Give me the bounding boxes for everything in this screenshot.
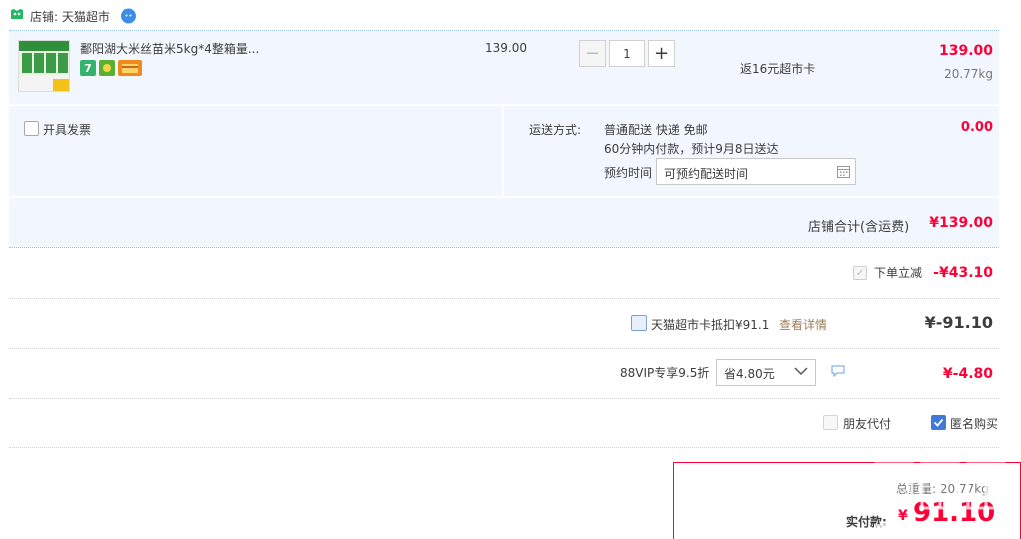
service-badges: 7 [80, 60, 142, 76]
increase-quantity-button[interactable]: + [648, 40, 675, 67]
vip-discount-selected[interactable]: 省4.80元 [724, 365, 775, 382]
item-total-price: 139.00 [938, 43, 993, 59]
anonymous-purchase-label[interactable]: 匿名购买 [950, 415, 998, 432]
delivery-estimate-text: 60分钟内付款，预计9月8日送达 [604, 142, 779, 156]
shipping-method-label: 运送方式: [529, 123, 582, 137]
shipping-method-text: 普通配送 快递 免邮 [604, 123, 708, 137]
invoice-label[interactable]: 开具发票 [43, 121, 91, 138]
divider [9, 447, 999, 448]
seven-day-return-badge-icon: 7 [80, 60, 96, 76]
shop-name[interactable]: 店铺: 天猫超市 [30, 8, 110, 25]
friend-pay-label[interactable]: 朋友代付 [843, 415, 891, 432]
watermark-logo [874, 462, 1012, 527]
chevron-down-icon[interactable] [794, 366, 808, 376]
rebate-text: 返16元超市卡 [740, 62, 816, 76]
anonymous-purchase-checkbox[interactable] [931, 415, 946, 430]
shop-subtotal-value: ¥139.00 [929, 215, 993, 231]
invoice-checkbox[interactable] [24, 121, 39, 136]
item-weight: 20.77kg [944, 67, 993, 81]
appointment-time-value[interactable]: 可预约配送时间 [664, 165, 748, 182]
credit-card-badge-icon [118, 60, 142, 76]
divider [9, 298, 999, 299]
friend-pay-checkbox[interactable] [823, 415, 838, 430]
divider [9, 398, 999, 399]
supermarket-card-checkbox[interactable] [631, 315, 647, 331]
comment-icon[interactable] [831, 365, 845, 377]
vip-discount-label: 88VIP专享9.5折 [620, 366, 710, 380]
instant-discount-value: -¥43.10 [933, 265, 993, 281]
instant-discount-checkbox: ✓ [853, 266, 867, 280]
wangwang-chat-icon[interactable] [120, 7, 137, 24]
unit-price: 139.00 [485, 41, 527, 55]
vip-discount-value: ¥-4.80 [942, 366, 993, 382]
quality-guarantee-badge-icon [99, 60, 115, 76]
invoice-section [9, 106, 502, 196]
instant-discount-label: 下单立减 [874, 266, 923, 280]
view-details-link[interactable]: 查看详情 [779, 316, 827, 333]
shop-subtotal-label: 店铺合计(含运费) [808, 220, 910, 235]
shipping-fee: 0.00 [960, 120, 993, 135]
quantity-input[interactable]: 1 [609, 40, 645, 67]
tmall-shop-icon [11, 9, 23, 19]
divider [9, 348, 999, 349]
calendar-icon[interactable] [837, 165, 850, 178]
shop-header [0, 0, 1021, 30]
decrease-quantity-button[interactable]: − [579, 40, 606, 67]
product-title[interactable]: 鄱阳湖大米丝苗米5kg*4整箱量... [80, 40, 259, 57]
quantity-stepper: − 1 + [579, 40, 675, 68]
supermarket-card-label[interactable]: 天猫超市卡抵扣¥91.1 [651, 316, 769, 333]
product-thumbnail[interactable] [18, 40, 70, 92]
supermarket-card-value: ¥-91.10 [924, 313, 993, 332]
appointment-time-label: 预约时间 [604, 166, 653, 180]
